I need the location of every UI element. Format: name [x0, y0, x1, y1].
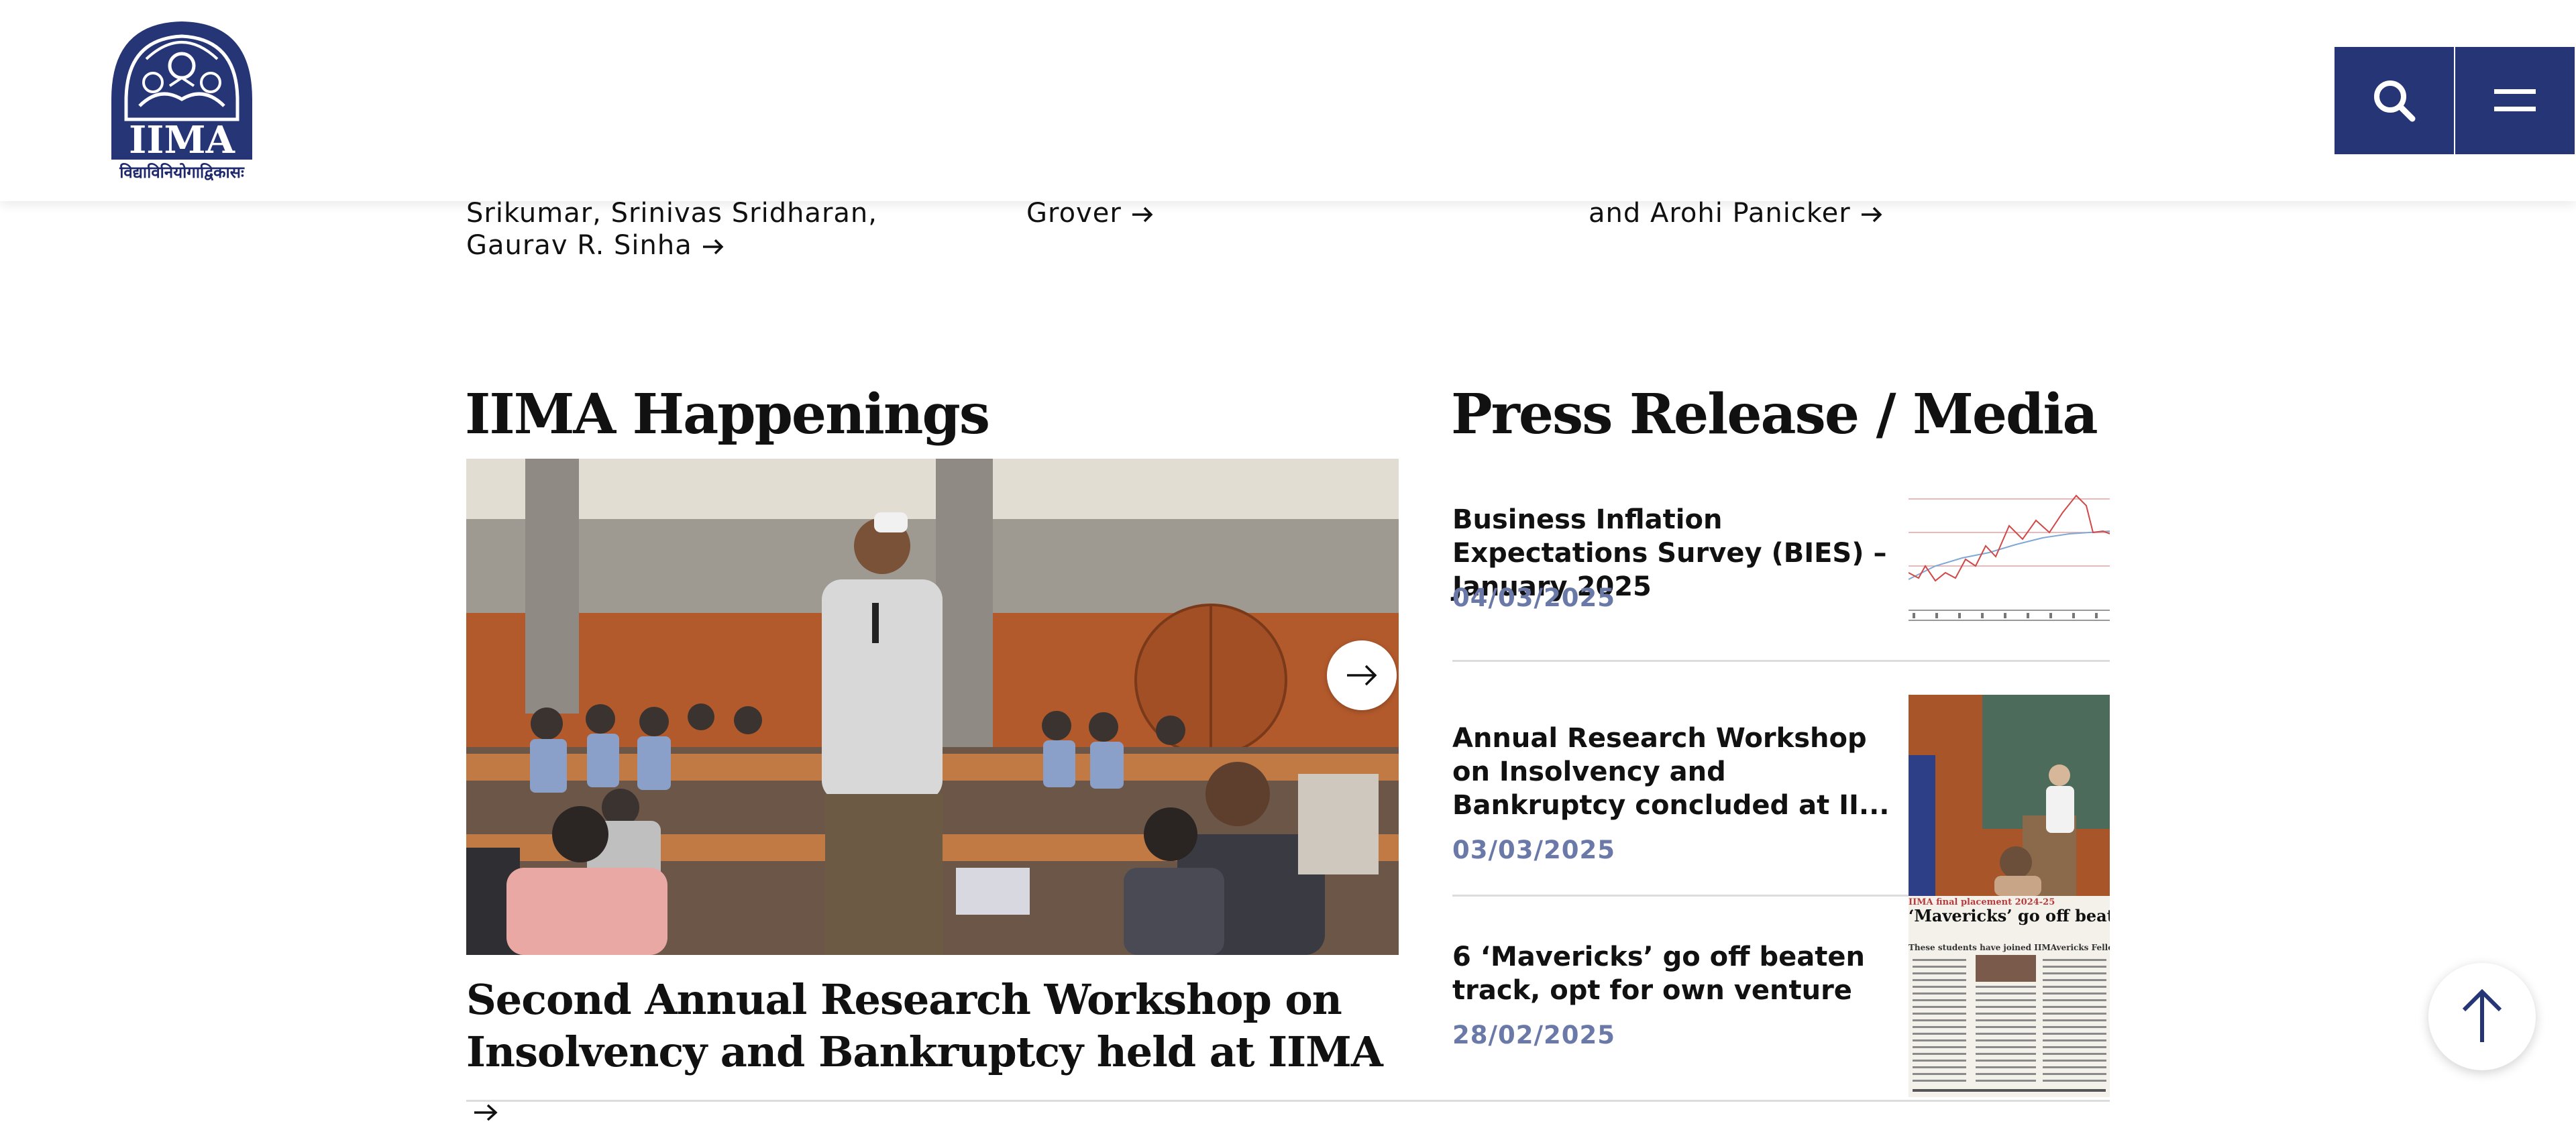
publication-authors-link-1[interactable]: Srikumar, Srinivas Sridharan, Gaurav R. …	[466, 197, 922, 263]
iima-logo[interactable]: IIMA विद्याविनियोगाद्विकासः	[106, 19, 258, 182]
arrow-right-icon	[1131, 199, 1154, 231]
search-icon	[2374, 80, 2416, 122]
press-item-date: 04/03/2025	[1452, 583, 1615, 612]
publication-authors-text: Srikumar, Srinivas Sridharan, Gaurav R. …	[466, 198, 877, 261]
search-button[interactable]	[2334, 47, 2454, 154]
newspaper-clipping-thumbnail: IIMA final placement 2024-25 ‘Mavericks’…	[1909, 896, 2110, 1097]
arrow-right-icon	[1860, 199, 1883, 231]
press-item-date: 03/03/2025	[1452, 836, 1615, 864]
arrow-up-icon	[2462, 988, 2502, 1042]
press-item-title: 6 ‘Mavericks’ go off beaten track, opt f…	[1452, 942, 1865, 1006]
publication-authors-link-3[interactable]: and Arohi Panicker	[1589, 197, 2045, 231]
publication-authors-link-2[interactable]: Grover	[1026, 197, 1483, 231]
press-separator	[1452, 660, 2110, 662]
hamburger-menu-icon	[2494, 89, 2536, 111]
happenings-heading: IIMA Happenings	[465, 382, 990, 447]
scroll-to-top-button[interactable]	[2428, 963, 2536, 1070]
site-header: IIMA विद्याविनियोगाद्विकासः	[0, 0, 2576, 201]
happening-slide-title-text: Second Annual Research Workshop on Insol…	[466, 975, 1383, 1076]
publication-authors-text: Grover	[1026, 198, 1122, 229]
section-bottom-divider	[466, 1100, 2110, 1102]
arrow-right-icon	[1347, 665, 1377, 686]
press-item[interactable]: Annual Research Workshop on Insolvency a…	[1452, 695, 2110, 896]
arrow-right-icon	[473, 1082, 498, 1134]
slider-next-button[interactable]	[1327, 640, 1397, 710]
iima-emblem-icon: IIMA	[111, 21, 252, 162]
happening-slide-title[interactable]: Second Annual Research Workshop on Insol…	[466, 974, 1405, 1134]
press-item-date: 28/02/2025	[1452, 1021, 1615, 1050]
arrow-right-icon	[702, 231, 724, 263]
line-chart-thumbnail	[1909, 459, 2110, 660]
press-item[interactable]: Business Inflation Expectations Survey (…	[1452, 459, 2110, 660]
speaker-photo-thumbnail	[1909, 695, 2110, 896]
logo-tagline: विद्याविनियोगाद्विकासः	[119, 163, 244, 182]
publication-authors-text: and Arohi Panicker	[1589, 198, 1851, 229]
press-media-heading: Press Release / Media	[1451, 382, 2098, 447]
seminar-audience-image	[466, 459, 1399, 955]
happening-photo[interactable]	[466, 459, 1399, 955]
press-item-title: Annual Research Workshop on Insolvency a…	[1452, 723, 1890, 821]
logo-wordmark: IIMA	[129, 118, 235, 160]
press-item[interactable]: 6 ‘Mavericks’ go off beaten track, opt f…	[1452, 896, 2110, 1100]
menu-button[interactable]	[2455, 47, 2575, 154]
